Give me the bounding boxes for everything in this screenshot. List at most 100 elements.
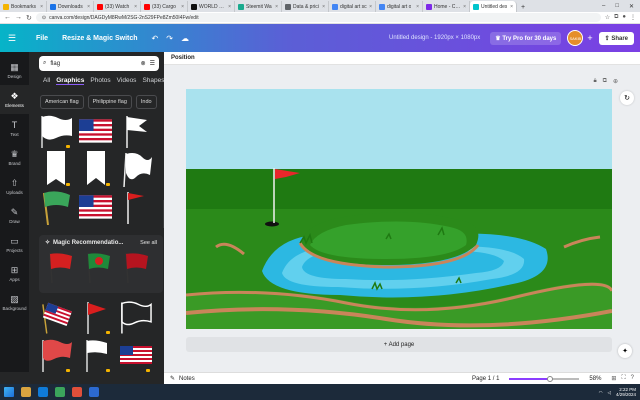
browser-tab[interactable]: Home - Canv × [423,1,470,12]
add-page-icon[interactable]: ⊕ [613,78,618,85]
waving-us-flag[interactable] [39,298,72,336]
american-flag-item[interactable] [79,112,112,150]
rail-item-apps[interactable]: ⊞ Apps [0,259,29,288]
suggestion-chip[interactable]: American flag [40,95,84,109]
dark-red-flag-item[interactable] [121,250,151,284]
tab-close-icon[interactable]: × [40,4,43,10]
green-flag-item[interactable] [39,188,72,226]
profile-icon[interactable]: ● [622,14,626,21]
back-icon[interactable]: ← [4,14,11,21]
page-indicator[interactable]: Page 1 / 1 [472,376,499,382]
tab-close-icon[interactable]: × [369,4,372,10]
design-title[interactable]: Untitled design - 1920px × 1080px [389,35,480,41]
clear-search-icon[interactable]: ⊗ [141,60,146,67]
app-icon[interactable] [72,387,82,397]
try-pro-button[interactable]: ♛ Try Pro for 30 days [490,31,562,45]
rail-item-draw[interactable]: ✎ Draw [0,201,29,230]
rail-item-text[interactable]: T Text [0,114,29,143]
undo-icon[interactable]: ↶ [152,34,159,43]
search-input[interactable]: ⌕ flag ⊗ ☰ [39,56,159,71]
suggestion-chip[interactable]: Indo [135,95,157,109]
rail-item-elements[interactable]: ❖ Elements [0,85,29,114]
tab-shapes[interactable]: Shapes [142,77,164,85]
zoom-slider-knob[interactable] [547,375,553,382]
notes-button[interactable]: Notes [179,376,195,382]
rail-item-design[interactable]: ▦ Design [0,56,29,85]
minimize-icon[interactable]: – [602,3,605,10]
lock-icon[interactable]: 🔒︎ [593,78,596,85]
menu-icon[interactable]: ☰ [8,33,22,44]
grid-view-icon[interactable]: ⊞ [611,375,616,382]
more-icon[interactable]: ⋮ [630,14,636,21]
browser-tab[interactable]: Data & prici × [282,1,329,12]
rail-item-brand[interactable]: ♛ Brand [0,143,29,172]
maximize-icon[interactable]: □ [615,3,619,10]
see-all-link[interactable]: See all [140,240,157,246]
cloud-save-icon[interactable]: ☁ [181,34,189,43]
star-icon[interactable]: ☆ [605,14,610,21]
tab-close-icon[interactable]: × [463,4,466,10]
reload-icon[interactable]: ↻ [26,14,32,22]
brush-us-flag[interactable] [119,336,152,372]
tab-close-icon[interactable]: × [181,4,184,10]
red-wavy-flag[interactable] [39,336,72,372]
tab-close-icon[interactable]: × [134,4,137,10]
url-field[interactable]: ⊙ canva.com/design/DAGDyM8RwM/2SG-2nS29F… [35,13,601,22]
tab-all[interactable]: All [43,77,50,85]
close-window-icon[interactable]: ✕ [629,3,634,10]
tab-close-icon[interactable]: × [322,4,325,10]
add-collaborator-icon[interactable]: + [587,33,592,43]
zoom-slider[interactable] [509,375,580,382]
add-page-button[interactable]: + Add page [186,337,612,352]
tab-graphics[interactable]: Graphics [56,77,85,85]
wifi-icon[interactable]: ◠ [599,390,603,395]
red-flag-item[interactable] [45,250,75,284]
rail-item-projects[interactable]: ▭ Projects [0,230,29,259]
tab-close-icon[interactable]: × [87,4,90,10]
notes-icon[interactable]: ✎ [170,375,175,382]
tab-photos[interactable]: Photos [90,77,110,85]
filter-icon[interactable]: ☰ [150,60,155,67]
volume-icon[interactable]: ◁ [608,390,611,395]
white-waving-flag[interactable] [119,150,152,188]
tab-close-icon[interactable]: × [510,4,513,10]
zoom-level[interactable]: 58% [589,376,601,382]
redo-icon[interactable]: ↷ [166,34,173,43]
start-icon[interactable] [4,387,14,397]
rail-item-background[interactable]: ▨ Background [0,288,29,317]
rail-item-uploads[interactable]: ⇧ Uploads [0,172,29,201]
new-tab-icon[interactable]: + [517,4,529,12]
file-menu[interactable]: File [36,35,48,42]
white-small-flag[interactable] [79,336,112,372]
browser-tab[interactable]: digital art o × [376,1,423,12]
tab-videos[interactable]: Videos [117,77,137,85]
american-flag-item-2[interactable] [79,188,112,226]
red-pennant-flag[interactable] [119,188,152,226]
position-button[interactable]: Position [171,55,195,61]
browser-tab[interactable]: Bookmarks × [0,1,47,12]
tab-close-icon[interactable]: × [228,4,231,10]
browser-tab[interactable]: (33) Cargo × [141,1,188,12]
browser-tab[interactable]: Untitled des × [470,1,517,12]
fullscreen-icon[interactable]: ⛶ [621,375,625,382]
browser-tab[interactable]: Downloads × [47,1,94,12]
duplicate-page-icon[interactable]: ⧉ [603,78,607,85]
forward-icon[interactable]: → [15,14,22,21]
outline-flag[interactable] [119,298,152,336]
white-ribbon-flag[interactable] [79,150,112,188]
browser-tab[interactable]: Steemit Wa × [235,1,282,12]
word-icon[interactable] [89,387,99,397]
tab-close-icon[interactable]: × [416,4,419,10]
help-icon[interactable]: ? [631,375,634,382]
refresh-icon[interactable]: ↻ [620,91,634,105]
clock[interactable]: 2:22 PM 4/29/2024 [616,387,636,397]
red-triangle-flag[interactable] [79,298,112,336]
avatar[interactable]: SAKIB [567,30,584,46]
suggestion-chip[interactable]: Philippine flag [87,95,132,109]
site-info-icon[interactable]: ⊙ [42,15,46,21]
tab-close-icon[interactable]: × [275,4,278,10]
white-pennant-flag[interactable] [119,112,152,150]
magic-assistant-icon[interactable]: ✦ [618,344,632,358]
design-canvas[interactable] [186,89,612,329]
browser-tab[interactable]: digital art sc × [329,1,376,12]
